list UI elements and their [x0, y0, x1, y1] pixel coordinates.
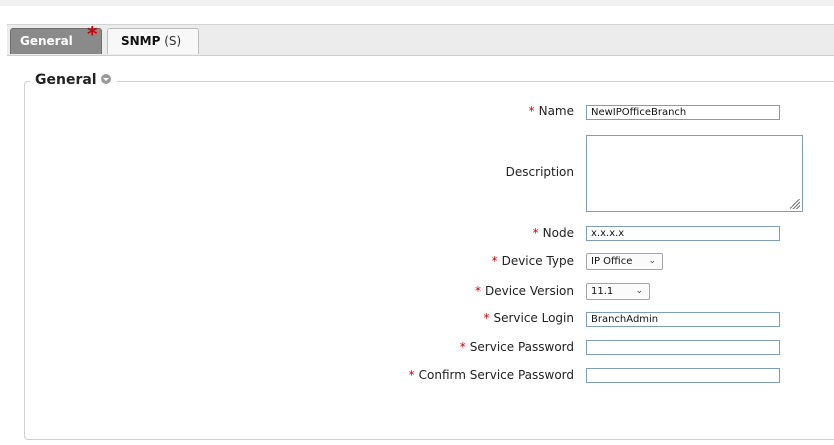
required-marker: *	[491, 254, 498, 268]
section-title: General	[35, 72, 97, 88]
required-marker: *	[408, 368, 415, 382]
name-label: * Name	[528, 104, 574, 118]
service-password-input[interactable]	[586, 340, 780, 355]
service-password-label: * Service Password	[459, 340, 574, 354]
description-textarea[interactable]	[586, 135, 803, 212]
required-marker: *	[483, 311, 490, 325]
required-marker: *	[528, 104, 535, 118]
required-marker: *	[475, 284, 482, 298]
node-label: * Node	[532, 226, 574, 240]
node-input[interactable]: x.x.x.x	[586, 226, 780, 241]
tab-general-required-marker: *	[87, 22, 98, 46]
device-type-value: IP Office	[591, 256, 633, 267]
required-marker: *	[532, 226, 539, 240]
top-strip	[0, 0, 834, 6]
chevron-down-icon: ⌄	[635, 286, 643, 296]
tab-general-label: General	[20, 34, 73, 48]
tab-snmp-label: SNMP	[121, 34, 161, 48]
device-type-label: * Device Type	[491, 254, 574, 268]
chevron-down-icon[interactable]	[100, 74, 111, 84]
name-input[interactable]: NewIPOfficeBranch	[586, 105, 780, 120]
tab-general[interactable]: General *	[10, 22, 102, 54]
chevron-down-icon: ⌄	[648, 256, 656, 266]
service-login-input[interactable]: BranchAdmin	[586, 312, 780, 327]
service-login-label: * Service Login	[483, 311, 574, 325]
tab-snmp[interactable]: SNMP (S)	[107, 28, 199, 54]
device-version-value: 11.1	[591, 286, 614, 297]
confirm-service-password-input[interactable]	[586, 368, 780, 383]
section-header[interactable]: General	[30, 71, 117, 89]
confirm-service-password-label: * Confirm Service Password	[408, 368, 574, 382]
description-label: Description	[505, 165, 574, 179]
required-marker: *	[459, 340, 466, 354]
tab-snmp-suffix: (S)	[164, 34, 182, 48]
device-version-select[interactable]: 11.1 ⌄	[586, 283, 650, 300]
tab-bar: General * SNMP (S)	[7, 22, 834, 56]
device-version-label: * Device Version	[475, 284, 574, 298]
device-type-select[interactable]: IP Office ⌄	[586, 253, 663, 270]
resize-grip-icon[interactable]	[790, 199, 800, 209]
